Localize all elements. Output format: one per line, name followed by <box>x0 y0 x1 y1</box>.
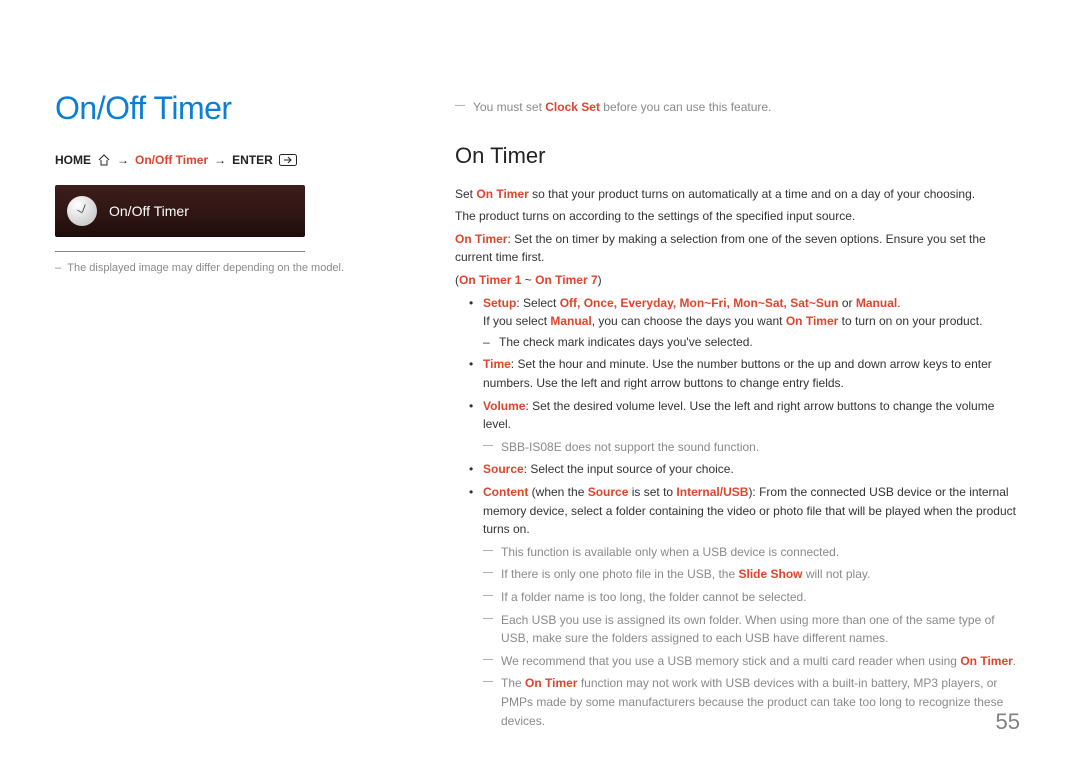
option-source: Source: Select the input source of your … <box>483 460 1020 479</box>
intro-3: On Timer: Set the on timer by making a s… <box>455 230 1020 267</box>
timer-range: (On Timer 1 ~ On Timer 7) <box>455 271 1020 290</box>
content-note-2: If there is only one photo file in the U… <box>483 565 1020 584</box>
section-heading: On Timer <box>455 139 1020 173</box>
breadcrumb: HOME → On/Off Timer → ENTER <box>55 153 395 167</box>
page-number: 55 <box>996 709 1020 735</box>
content-note-1: This function is available only when a U… <box>483 543 1020 562</box>
intro-2: The product turns on according to the se… <box>455 207 1020 226</box>
option-list: Setup: Select Off, Once, Everyday, Mon~F… <box>455 294 1020 730</box>
setup-subnote: The check mark indicates days you've sel… <box>483 333 1020 352</box>
right-column: You must set Clock Set before you can us… <box>455 40 1020 734</box>
intro-1: Set On Timer so that your product turns … <box>455 185 1020 204</box>
content-note-3: If a folder name is too long, the folder… <box>483 588 1020 607</box>
menu-screenshot: On/Off Timer <box>55 185 305 237</box>
option-time: Time: Set the hour and minute. Use the n… <box>483 355 1020 392</box>
clock-set-note: You must set Clock Set before you can us… <box>455 98 1020 117</box>
breadcrumb-timer: On/Off Timer <box>135 153 208 167</box>
clock-icon <box>67 196 97 226</box>
menu-label: On/Off Timer <box>109 203 189 219</box>
breadcrumb-home: HOME <box>55 153 91 167</box>
divider <box>55 251 305 252</box>
option-content: Content (when the Source is set to Inter… <box>483 483 1020 730</box>
breadcrumb-enter: ENTER <box>232 153 273 167</box>
volume-note: SBB-IS08E does not support the sound fun… <box>483 438 1020 457</box>
option-setup: Setup: Select Off, Once, Everyday, Mon~F… <box>483 294 1020 352</box>
page-title: On/Off Timer <box>55 90 395 127</box>
content-note-4: Each USB you use is assigned its own fol… <box>483 611 1020 648</box>
breadcrumb-arrow: → <box>214 153 226 167</box>
content-note-6: The On Timer function may not work with … <box>483 674 1020 730</box>
breadcrumb-arrow: → <box>117 153 129 167</box>
content-note-5: We recommend that you use a USB memory s… <box>483 652 1020 671</box>
two-column-layout: On/Off Timer HOME → On/Off Timer → ENTER <box>55 40 1020 734</box>
enter-icon <box>279 154 297 166</box>
left-column: On/Off Timer HOME → On/Off Timer → ENTER <box>55 40 395 734</box>
option-volume: Volume: Set the desired volume level. Us… <box>483 397 1020 457</box>
model-disclaimer: – The displayed image may differ dependi… <box>55 262 395 274</box>
home-icon <box>97 154 111 166</box>
manual-page: On/Off Timer HOME → On/Off Timer → ENTER <box>0 0 1080 763</box>
